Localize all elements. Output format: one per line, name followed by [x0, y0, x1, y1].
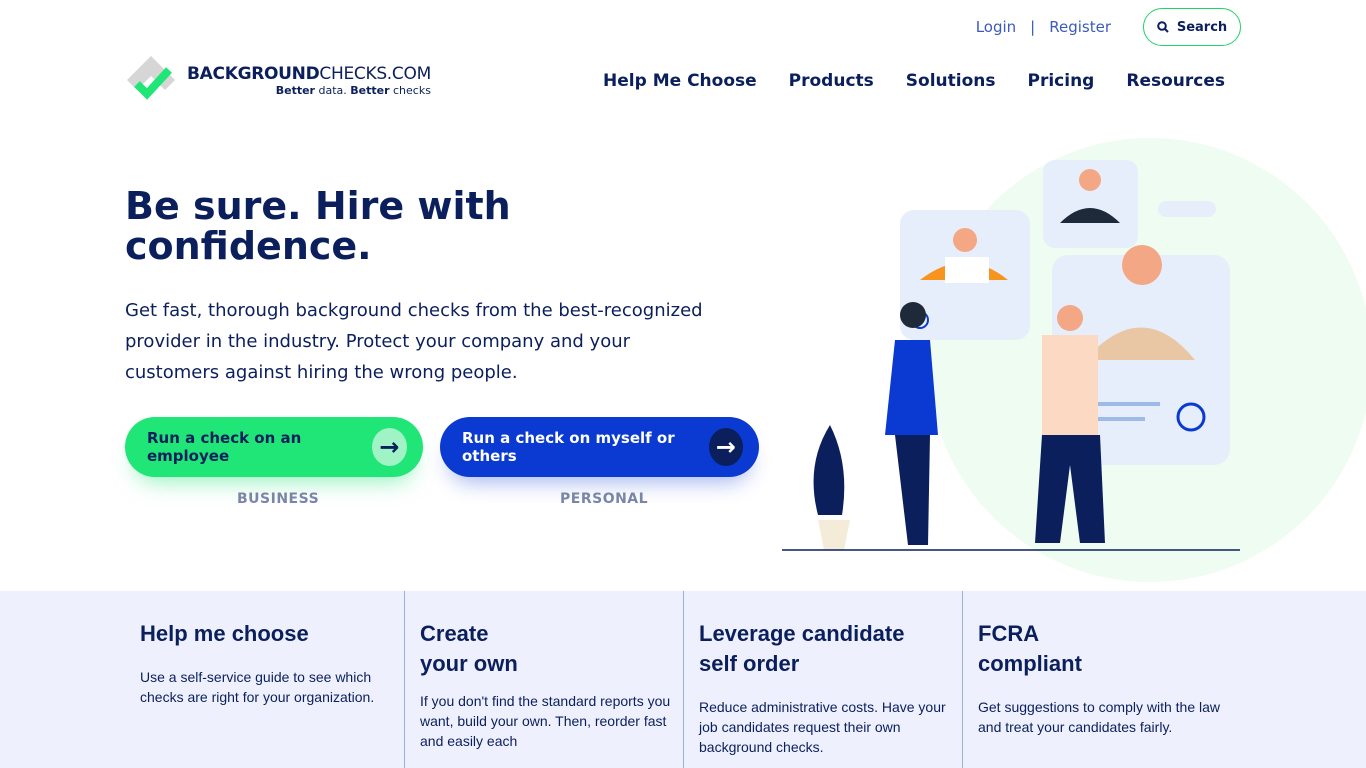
- search-label: Search: [1176, 19, 1228, 35]
- feature-text: If you don't find the standard reports y…: [420, 693, 671, 749]
- feature-help-me-choose[interactable]: Help me choose Use a self-service guide t…: [125, 591, 404, 768]
- separator: |: [1030, 18, 1036, 36]
- logo-check-icon: [127, 56, 175, 100]
- employee-check-button[interactable]: Run a check on an employee →: [125, 417, 423, 477]
- login-link[interactable]: Login: [976, 18, 1016, 36]
- arrow-right-icon: →: [708, 428, 743, 466]
- business-caption: BUSINESS: [237, 491, 320, 507]
- personal-check-button[interactable]: Run a check on myself or others →: [440, 417, 759, 477]
- feature-text: Get suggestions to comply with the law a…: [978, 699, 1221, 735]
- brand-light: CHECKS.COM: [319, 63, 431, 84]
- nav-products[interactable]: Products: [789, 71, 874, 91]
- feature-create-your-own[interactable]: Create your own If you don't find the sta…: [404, 591, 683, 768]
- brand-text: BACKGROUNDCHECKS.COM Better data. Better…: [187, 64, 431, 97]
- hero-lead: Get fast, thorough background checks fro…: [125, 300, 703, 383]
- tagline-1: data.: [314, 83, 351, 97]
- tagline-2: checks: [389, 83, 431, 97]
- search-button[interactable]: Search: [1143, 8, 1241, 46]
- logo[interactable]: BACKGROUNDCHECKS.COM Better data. Better…: [125, 54, 431, 106]
- feature-title: Create your own: [420, 621, 518, 676]
- feature-text: Reduce administrative costs. Have your j…: [699, 699, 946, 755]
- nav-resources[interactable]: Resources: [1126, 71, 1225, 91]
- features-band: Help me choose Use a self-service guide t…: [0, 591, 1366, 768]
- arrow-right-icon: →: [371, 428, 407, 466]
- feature-title: FCRA compliant: [978, 621, 1082, 676]
- brand-bold: BACKGROUND: [187, 63, 320, 84]
- personal-caption: PERSONAL: [560, 491, 649, 507]
- feature-title: Leverage candidate self order: [699, 621, 905, 676]
- search-icon: [1157, 21, 1169, 33]
- hero-title: Be sure. Hire with confidence.: [125, 184, 511, 268]
- feature-title: Help me choose: [140, 621, 309, 646]
- employee-check-label: Run a check on an employee: [147, 429, 302, 465]
- main-nav: Help Me Choose Products Solutions Pricin…: [603, 71, 1225, 91]
- feature-candidate-self-order[interactable]: Leverage candidate self order Reduce admi…: [683, 591, 962, 768]
- nav-pricing[interactable]: Pricing: [1028, 71, 1095, 91]
- nav-solutions[interactable]: Solutions: [906, 71, 996, 91]
- tagline-bold-1: Better: [275, 83, 315, 97]
- utility-bar: Login | Register Search: [976, 8, 1241, 46]
- feature-text: Use a self-service guide to see which ch…: [140, 669, 375, 705]
- tagline-bold-2: Better: [350, 83, 390, 97]
- hero-illustration: [782, 138, 1366, 582]
- register-link[interactable]: Register: [1049, 18, 1111, 36]
- personal-check-label: Run a check on myself or others: [462, 429, 675, 465]
- nav-help-me-choose[interactable]: Help Me Choose: [603, 71, 757, 91]
- feature-fcra-compliant[interactable]: FCRA compliant Get suggestions to comply …: [962, 591, 1241, 768]
